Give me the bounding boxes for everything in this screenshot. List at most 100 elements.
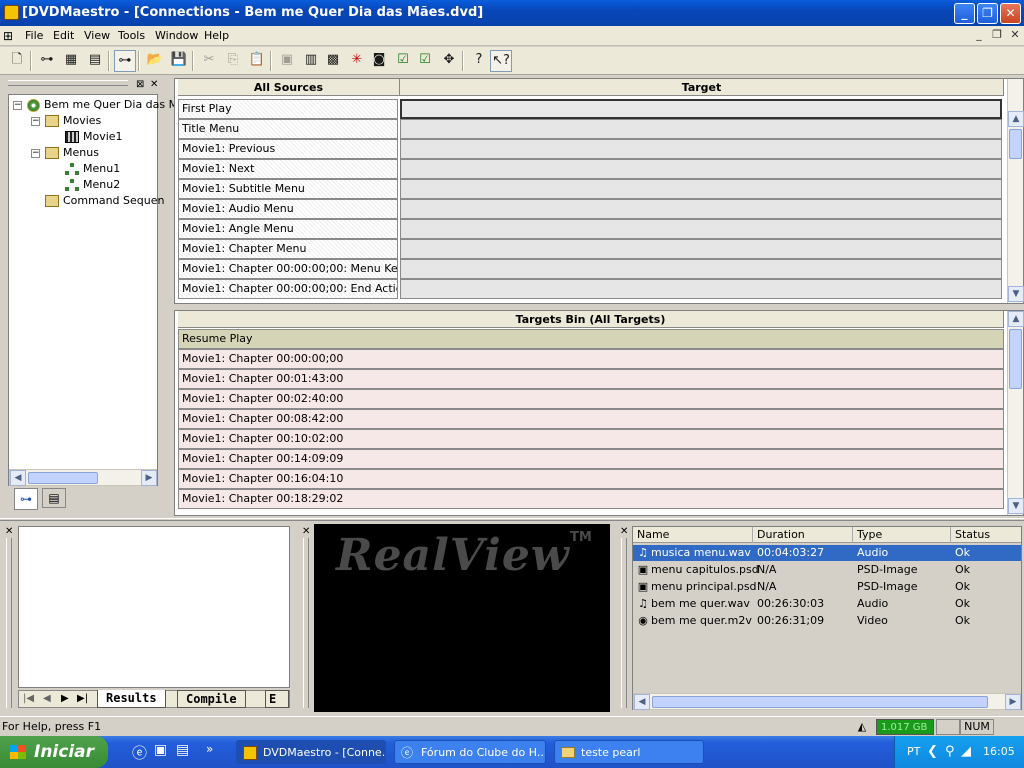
target-cell[interactable] <box>400 199 1002 219</box>
menu-tools[interactable]: Tools <box>114 28 149 44</box>
document-icon[interactable]: ⊞ <box>3 28 19 44</box>
source-row[interactable]: Title Menu <box>178 119 398 139</box>
source-row[interactable]: Movie1: Next <box>178 159 398 179</box>
source-row[interactable]: Movie1: Chapter Menu <box>178 239 398 259</box>
tree-menu2[interactable]: Menu2 <box>65 177 120 193</box>
open-icon[interactable]: 📂 <box>144 50 166 72</box>
connections-icon[interactable]: ⊶ <box>114 50 136 72</box>
source-row[interactable]: Movie1: Subtitle Menu <box>178 179 398 199</box>
target-cell[interactable] <box>400 259 1002 279</box>
target-cell[interactable] <box>400 179 1002 199</box>
header-targets-bin[interactable]: Targets Bin (All Targets) <box>178 311 1004 328</box>
tree-hscrollbar[interactable]: ◀ ▶ <box>9 469 157 486</box>
subtitle-icon[interactable]: ◙ <box>368 50 390 72</box>
target-bin-row[interactable]: Movie1: Chapter 00:01:43:00 <box>178 369 1004 389</box>
target-cell[interactable] <box>400 119 1002 139</box>
col-name[interactable]: Name <box>633 527 753 543</box>
language-indicator[interactable]: PT <box>907 736 920 768</box>
timeline-icon[interactable]: ▦ <box>60 50 82 72</box>
tab-compile[interactable]: Compile <box>177 690 246 708</box>
tree-menu1[interactable]: Menu1 <box>65 161 120 177</box>
collapse-movies-icon[interactable]: − <box>31 117 40 126</box>
scroll-thumb[interactable] <box>1009 129 1022 159</box>
asset-row[interactable]: ▣ menu principal.psd N/A PSD-Image Ok <box>633 579 1021 595</box>
scroll-thumb[interactable] <box>652 696 988 708</box>
menu-view[interactable]: View <box>80 28 114 44</box>
minimize-button[interactable]: _ <box>954 3 975 24</box>
source-row[interactable]: Movie1: Audio Menu <box>178 199 398 219</box>
source-row[interactable]: Movie1: Chapter 00:00:00;00: Menu Key <box>178 259 398 279</box>
network-icon[interactable]: ⚲ <box>945 736 955 768</box>
header-target[interactable]: Target <box>400 79 1004 96</box>
window-title-bar[interactable]: [DVDMaestro - [Connections - Bem me Quer… <box>0 0 1024 26</box>
last-tab-icon[interactable]: ▶| <box>77 691 88 707</box>
target-cell[interactable] <box>400 239 1002 259</box>
move-icon[interactable]: ✥ <box>438 50 460 72</box>
menu-help[interactable]: Help <box>200 28 233 44</box>
more-quicklaunch-icon[interactable]: » <box>206 742 213 756</box>
task-teste-pearl[interactable]: teste pearl <box>554 740 704 764</box>
scroll-up-icon[interactable]: ▲ <box>1008 111 1024 127</box>
col-type[interactable]: Type <box>853 527 951 543</box>
next-tab-icon[interactable]: ▶ <box>61 691 69 707</box>
app-icon[interactable] <box>4 5 19 20</box>
panel-pin-icon[interactable]: ⊠ <box>136 79 144 90</box>
target-cell[interactable] <box>400 99 1002 119</box>
doc-minimize-button[interactable]: _ <box>972 28 986 42</box>
scroll-right-icon[interactable]: ▶ <box>141 470 157 486</box>
prev-tab-icon[interactable]: ◀ <box>43 691 51 707</box>
start-button[interactable]: Iniciar <box>0 736 108 768</box>
copy-icon[interactable]: ⎘ <box>222 50 244 72</box>
scroll-down-icon[interactable]: ▼ <box>1008 286 1024 302</box>
panel-close-icon[interactable]: ✕ <box>150 79 158 90</box>
tab-list-icon[interactable]: ▤ <box>42 488 66 508</box>
star-icon[interactable]: ✳ <box>346 50 368 72</box>
scroll-up-icon[interactable]: ▲ <box>1008 311 1024 327</box>
connections-vscrollbar[interactable]: ▲ ▼ <box>1007 79 1024 303</box>
scroll-thumb[interactable] <box>28 472 98 484</box>
asset-row[interactable]: ♫ musica menu.wav 00:04:03:27 Audio Ok <box>633 545 1021 561</box>
first-tab-icon[interactable]: |◀ <box>23 691 34 707</box>
asset-row[interactable]: ◉ bem me quer.m2v 00:26:31;09 Video Ok <box>633 613 1021 629</box>
preview-screen[interactable]: RealView TM <box>314 524 610 712</box>
tab-project-tree-icon[interactable]: ⊶ <box>14 488 38 510</box>
record-icon[interactable]: ▣ <box>276 50 298 72</box>
target-bin-row[interactable]: Movie1: Chapter 00:08:42:00 <box>178 409 1004 429</box>
horizontal-splitter[interactable] <box>0 518 1024 521</box>
targets-vscrollbar[interactable]: ▲ ▼ <box>1007 311 1024 515</box>
scroll-right-icon[interactable]: ▶ <box>1005 694 1021 710</box>
source-row[interactable]: Movie1: Chapter 00:00:00;00: End Action <box>178 279 398 299</box>
menu-file[interactable]: File <box>21 28 47 44</box>
tree-root[interactable]: Bem me Quer Dia das M <box>27 97 178 113</box>
output-log[interactable] <box>18 526 290 688</box>
quicklaunch-icon[interactable]: ▣ <box>154 742 167 758</box>
tree-command-sequences[interactable]: Command Sequen <box>45 193 164 209</box>
tab-results[interactable]: Results <box>97 690 166 708</box>
restore-button[interactable]: ❐ <box>977 3 998 24</box>
scroll-down-icon[interactable]: ▼ <box>1008 498 1024 514</box>
scroll-thumb[interactable] <box>1009 329 1022 389</box>
target-cell[interactable] <box>400 219 1002 239</box>
ie-icon[interactable]: ⓔ <box>132 742 147 763</box>
col-duration[interactable]: Duration <box>753 527 853 543</box>
target-bin-row[interactable]: Movie1: Chapter 00:02:40:00 <box>178 389 1004 409</box>
target-bin-row[interactable]: Movie1: Chapter 00:18:29:02 <box>178 489 1004 509</box>
source-row[interactable]: Movie1: Angle Menu <box>178 219 398 239</box>
tab-more[interactable]: E <box>265 690 289 708</box>
close-button[interactable]: ✕ <box>1000 3 1021 24</box>
barcode-icon[interactable]: ▥ <box>300 50 322 72</box>
help-icon[interactable]: ? <box>468 50 490 72</box>
asset-row[interactable]: ▣ menu capitulos.psd N/A PSD-Image Ok <box>633 562 1021 578</box>
target-cell[interactable] <box>400 159 1002 179</box>
tree-menus[interactable]: Menus <box>45 145 99 161</box>
doc-restore-button[interactable]: ❐ <box>990 28 1004 42</box>
source-row[interactable]: Movie1: Previous <box>178 139 398 159</box>
source-row[interactable]: First Play <box>178 99 398 119</box>
header-all-sources[interactable]: All Sources <box>178 79 400 96</box>
paste-icon[interactable]: 📋 <box>246 50 268 72</box>
grid-icon[interactable]: ▩ <box>322 50 344 72</box>
media-icon[interactable]: ▤ <box>176 742 189 758</box>
tree-view-icon[interactable]: ⊶ <box>36 50 58 72</box>
collapse-root-icon[interactable]: − <box>13 101 22 110</box>
target-bin-row[interactable]: Movie1: Chapter 00:10:02:00 <box>178 429 1004 449</box>
